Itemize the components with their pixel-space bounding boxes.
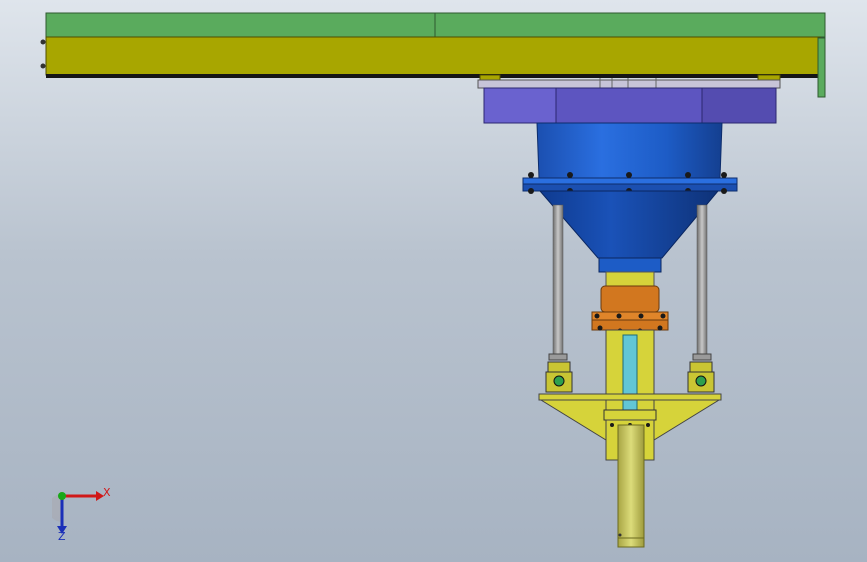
pipe-body xyxy=(617,424,645,548)
crossbar xyxy=(538,393,722,401)
mounting-plate[interactable] xyxy=(477,78,781,124)
right-rod xyxy=(696,204,708,358)
plate-panel xyxy=(555,87,703,124)
valve-assembly[interactable] xyxy=(591,271,669,334)
right-rod-nut xyxy=(692,353,712,361)
cad-viewport[interactable]: X Z xyxy=(0,0,867,562)
assembly-model[interactable] xyxy=(0,0,867,562)
x-axis-label: X xyxy=(103,486,111,499)
valve-body xyxy=(600,285,660,313)
z-axis-label: Z xyxy=(58,530,66,543)
left-rod-nut xyxy=(548,353,568,361)
hopper-outlet xyxy=(598,257,662,273)
hopper-cylinder xyxy=(536,122,723,179)
left-clevis xyxy=(545,361,573,393)
plate-panel xyxy=(483,87,557,124)
beam-bolt xyxy=(40,39,46,45)
hopper-flange-top xyxy=(522,177,738,185)
right-clevis xyxy=(687,361,715,393)
collar-top xyxy=(603,409,657,421)
valve-flange-bottom xyxy=(591,319,669,331)
beam-end-plate xyxy=(817,37,826,98)
valve-flange-top xyxy=(591,311,669,321)
right-gusset xyxy=(653,399,721,441)
valve-neck xyxy=(605,271,655,287)
inner-pipe xyxy=(622,334,638,416)
plate-top-frame xyxy=(477,79,781,89)
y-axis-origin-icon xyxy=(58,492,66,500)
discharge-pipe[interactable] xyxy=(617,424,645,548)
beam-bottom-edge xyxy=(46,74,820,78)
hopper-cone xyxy=(538,190,720,259)
beam-bolt xyxy=(40,63,46,69)
left-gusset xyxy=(539,399,607,441)
left-rod xyxy=(552,204,564,358)
beam-web xyxy=(45,36,821,76)
plate-panel xyxy=(701,87,777,124)
